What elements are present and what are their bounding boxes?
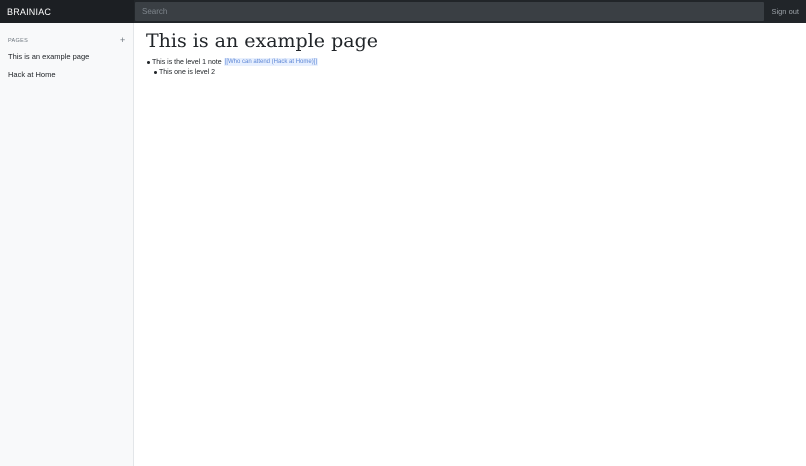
top-navbar: BRAINIAC Sign out <box>0 0 806 23</box>
sidebar-item-hack-at-home[interactable]: Hack at Home <box>8 70 56 79</box>
sign-out-button[interactable]: Sign out <box>771 0 799 23</box>
note-level-2[interactable]: This one is level 2 <box>154 69 215 76</box>
note-text: This one is level 2 <box>159 69 216 76</box>
search-input[interactable] <box>135 2 764 21</box>
sidebar-heading: PAGES <box>8 38 29 44</box>
sidebar-item-example-page[interactable]: This is an example page <box>8 52 89 61</box>
bullet-icon <box>147 60 150 64</box>
note-text: This is the level 1 note <box>152 58 222 66</box>
main-content: This is an example page This is the leve… <box>134 23 806 466</box>
plus-icon[interactable]: + <box>120 35 125 45</box>
bullet-icon <box>154 71 157 74</box>
page-title: This is an example page <box>146 30 378 52</box>
sidebar: PAGES + This is an example page Hack at … <box>0 23 134 466</box>
brand-logo[interactable]: BRAINIAC <box>0 0 134 23</box>
note-level-1[interactable]: This is the level 1 note [[Who can atten… <box>147 58 319 66</box>
page-reference-link[interactable]: [[Who can attend (Hack at Home)]] <box>223 58 319 66</box>
